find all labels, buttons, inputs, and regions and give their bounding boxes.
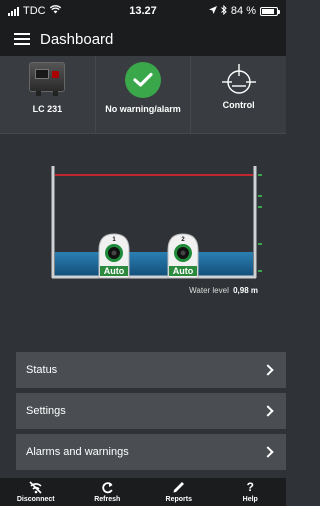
tab-reports[interactable]: Reports (143, 478, 215, 506)
wifi-icon (49, 5, 61, 17)
chevron-right-icon (262, 446, 274, 458)
water-level-label: Water level (189, 286, 229, 295)
alarm-status-tile[interactable]: No warning/alarm (96, 56, 192, 133)
signal-icon (8, 6, 19, 16)
pump-pit-overview: 1 2 Auto Auto Water level 0,98 m (0, 134, 286, 352)
chevron-right-icon (262, 405, 274, 417)
status-bar: TDC 13.27 84 % (0, 0, 286, 22)
tab-refresh[interactable]: Refresh (72, 478, 144, 506)
settings-row-label: Settings (26, 405, 66, 417)
location-icon (208, 5, 217, 17)
menu-list: Status Settings Alarms and warnings (16, 352, 286, 475)
pump-1-mode: Auto (104, 266, 125, 276)
tab-reports-label: Reports (165, 496, 192, 503)
alarms-row[interactable]: Alarms and warnings (16, 434, 286, 470)
tab-help-label: Help (242, 496, 258, 503)
settings-row[interactable]: Settings (16, 393, 286, 429)
carrier-label: TDC (23, 5, 46, 17)
water-level-readout: Water level 0,98 m (189, 286, 258, 295)
device-name: LC 231 (32, 104, 63, 114)
device-tile[interactable]: LC 231 (0, 56, 96, 133)
bottom-tab-bar: Disconnect Refresh Reports ? Help (0, 478, 286, 506)
control-label: Control (222, 100, 255, 110)
control-icon (221, 64, 256, 94)
alarms-row-label: Alarms and warnings (26, 446, 129, 458)
pump-pit-diagram: 1 2 Auto Auto (51, 166, 262, 279)
level-sensors (258, 174, 262, 272)
help-icon: ? (246, 480, 254, 494)
water-level-value: 0,98 m (233, 286, 258, 295)
menu-icon[interactable] (14, 33, 30, 45)
water-fill (55, 252, 253, 276)
reports-icon (173, 482, 185, 493)
checkmark-icon (125, 62, 161, 98)
tab-help[interactable]: ? Help (215, 478, 287, 506)
tab-disconnect-label: Disconnect (16, 496, 55, 503)
summary-tiles: LC 231 No warning/alarm Control (0, 56, 286, 134)
controller-device-icon (29, 62, 66, 96)
control-tile[interactable]: Control (191, 56, 286, 133)
refresh-icon (102, 482, 113, 494)
disconnect-icon (29, 481, 42, 494)
alarm-status-label: No warning/alarm (105, 104, 181, 114)
pump-2-mode: Auto (173, 266, 194, 276)
tab-refresh-label: Refresh (94, 496, 121, 503)
chevron-right-icon (262, 364, 274, 376)
status-row[interactable]: Status (16, 352, 286, 388)
tab-disconnect[interactable]: Disconnect (0, 478, 72, 506)
status-row-label: Status (26, 364, 58, 376)
app-header: Dashboard (0, 22, 286, 56)
clock: 13.27 (129, 5, 157, 17)
page-title: Dashboard (40, 30, 114, 48)
battery-icon (260, 6, 280, 16)
bluetooth-icon (221, 4, 227, 18)
battery-percent: 84 % (230, 5, 256, 17)
